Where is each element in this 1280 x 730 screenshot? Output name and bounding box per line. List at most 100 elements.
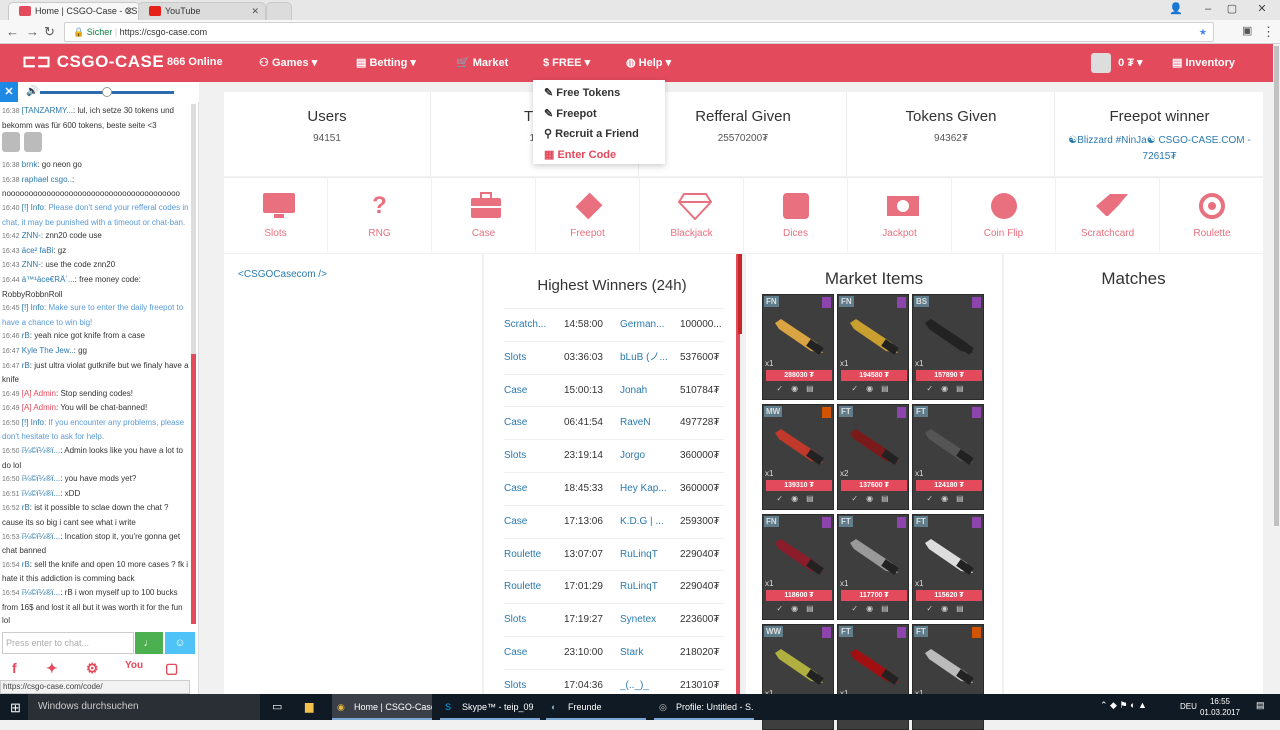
chat-username[interactable]: brnk — [22, 160, 38, 169]
market-item-card[interactable]: FN x1 194580 ₮ ✓◉▤ — [837, 294, 909, 400]
cart-icon[interactable]: ▤ — [806, 604, 822, 613]
game-tile-freepot[interactable]: Freepot — [536, 178, 640, 254]
chat-username[interactable]: ä™¹äce€RÄ´... — [22, 275, 75, 284]
game-tile-case[interactable]: Case — [432, 178, 536, 254]
market-item-card[interactable]: FN x1 288030 ₮ ✓◉▤ — [762, 294, 834, 400]
user-profile-icon[interactable]: 👤 — [1160, 0, 1192, 20]
game-tile-coin-flip[interactable]: Coin Flip — [952, 178, 1056, 254]
chat-emoji-button[interactable]: ☺ — [165, 632, 195, 654]
chat-username[interactable]: ZNN- — [22, 260, 41, 269]
chat-username[interactable]: ï¼©ï¼®ï... — [22, 532, 60, 541]
chat-username[interactable]: äce² faBi — [22, 246, 54, 255]
nav-market[interactable]: 🛒 Market — [456, 56, 508, 69]
winners-scrollbar[interactable] — [738, 254, 742, 334]
inspect-icon[interactable]: ✓ — [776, 384, 791, 393]
chat-username[interactable]: raphael csgo.. — [22, 175, 72, 184]
keyboard-language[interactable]: DEU — [1180, 702, 1197, 711]
page-scrollbar[interactable] — [1273, 44, 1280, 694]
cart-icon[interactable]: ▤ — [881, 384, 897, 393]
taskbar-app-steam-friends[interactable]: ◐ Freunde — [546, 694, 646, 720]
chat-username[interactable]: ZNN- — [22, 231, 41, 240]
menu-item-enter-code[interactable]: ▦ Enter Code — [533, 145, 665, 166]
user-balance[interactable]: 0 ₮ ▾ — [1091, 53, 1143, 73]
cart-icon[interactable]: ▤ — [956, 494, 972, 503]
eye-icon[interactable]: ◉ — [866, 604, 881, 613]
chat-scrollbar-thumb[interactable] — [191, 354, 196, 624]
inspect-icon[interactable]: ✓ — [926, 604, 941, 613]
winner-game-link[interactable]: Roulette — [504, 539, 541, 571]
winner-name-link[interactable]: K.D.G | ... — [620, 506, 668, 538]
game-tile-blackjack[interactable]: Blackjack — [640, 178, 744, 254]
winner-name-link[interactable]: RuLinqT — [620, 571, 668, 603]
cart-icon[interactable]: ▤ — [806, 384, 822, 393]
twitter-icon[interactable]: ✦ — [46, 660, 58, 677]
tray-icons[interactable]: ⌃ ◆ ⚑ ◐ ▲ — [1100, 700, 1147, 711]
chat-username[interactable]: [TANZARMY... — [22, 106, 73, 115]
chat-username[interactable]: [!] Info — [22, 418, 44, 427]
cart-icon[interactable]: ▤ — [881, 604, 897, 613]
winner-game-link[interactable]: Slots — [504, 342, 526, 374]
maximize-icon[interactable]: ▢ — [1216, 0, 1248, 20]
chat-send-button[interactable]: ♩ — [135, 632, 163, 654]
chat-scrollbar[interactable] — [191, 104, 196, 624]
close-tab-icon[interactable]: ✕ — [251, 3, 259, 19]
winner-name-link[interactable]: Hey Kap... — [620, 473, 668, 505]
menu-item-free-tokens[interactable]: ✎ Free Tokens — [533, 83, 665, 104]
cart-icon[interactable]: ▤ — [806, 494, 822, 503]
inspect-icon[interactable]: ✓ — [926, 384, 941, 393]
chat-username[interactable]: [!] Info — [22, 203, 44, 212]
nav-help[interactable]: ◍ Help ▾ — [626, 56, 671, 69]
winner-game-link[interactable]: Slots — [504, 604, 526, 636]
winner-name-link[interactable]: Jonah — [620, 375, 668, 407]
nav-inventory[interactable]: ▤ Inventory — [1172, 56, 1235, 69]
forward-arrow-icon[interactable]: → — [26, 24, 39, 39]
winner-game-link[interactable]: Case — [504, 506, 527, 538]
file-explorer-icon[interactable]: ▆ — [305, 700, 313, 713]
twitter-link[interactable]: <CSGOCasecom /> — [238, 269, 327, 280]
chat-username[interactable]: rB — [22, 361, 30, 370]
clock[interactable]: 16:55 01.03.2017 — [1198, 696, 1242, 718]
winner-game-link[interactable]: Roulette — [504, 571, 541, 603]
menu-item-recruit-friend[interactable]: ⚲ Recruit a Friend — [533, 124, 665, 145]
chat-username[interactable]: ï¼©ï¼®ï... — [22, 588, 60, 597]
new-tab-button[interactable] — [266, 2, 292, 20]
market-item-card[interactable]: FT x2 137600 ₮ ✓◉▤ — [837, 404, 909, 510]
winner-name-link[interactable]: RuLinqT — [620, 539, 668, 571]
close-window-icon[interactable]: ✕ — [1246, 0, 1278, 20]
freepot-winner-link[interactable]: ☯Blizzard #NinJa☯ CSGO-CASE.COM - 72615₮ — [1056, 133, 1263, 165]
chat-username[interactable]: [A] Admin — [22, 403, 56, 412]
chat-input[interactable]: Press enter to chat... — [2, 632, 134, 654]
avatar[interactable] — [24, 132, 42, 153]
eye-icon[interactable]: ◉ — [941, 494, 956, 503]
taskbar-app-chrome[interactable]: ◉ Home | CSGO-Case... — [332, 694, 432, 720]
market-item-card[interactable]: FT x1 124180 ₮ ✓◉▤ — [912, 404, 984, 510]
game-tile-slots[interactable]: Slots — [224, 178, 328, 254]
market-item-card[interactable]: FT x1 115620 ₮ ✓◉▤ — [912, 514, 984, 620]
browser-tab-csgo-case[interactable]: Home | CSGO-Case - CS ✕ — [8, 2, 140, 20]
winner-name-link[interactable]: Stark — [620, 637, 668, 669]
facebook-icon[interactable]: f — [12, 660, 17, 676]
cart-icon[interactable]: ▤ — [956, 384, 972, 393]
chat-username[interactable]: Kyle The Jew.. — [22, 346, 74, 355]
eye-icon[interactable]: ◉ — [941, 604, 956, 613]
winner-game-link[interactable]: Scratch... — [504, 309, 546, 341]
youtube-icon[interactable]: You — [125, 660, 143, 671]
chat-username[interactable]: ï¼©ï¼®ï... — [22, 446, 60, 455]
game-tile-jackpot[interactable]: Jackpot — [848, 178, 952, 254]
taskbar-app-profile[interactable]: ◎ Profile: Untitled - S... — [654, 694, 754, 720]
chat-username[interactable]: ï¼©ï¼®ï... — [22, 474, 60, 483]
close-chat-icon[interactable]: ✕ — [0, 82, 18, 102]
site-logo[interactable]: ⊏⊐ CSGO-CASE — [22, 52, 164, 72]
task-view-icon[interactable]: ▭ — [272, 700, 282, 713]
steam-icon[interactable]: ⚙ — [86, 660, 99, 677]
chat-username[interactable]: rB — [22, 560, 30, 569]
chat-username[interactable]: rB — [22, 503, 30, 512]
inspect-icon[interactable]: ✓ — [851, 384, 866, 393]
cart-icon[interactable]: ▤ — [881, 494, 897, 503]
eye-icon[interactable]: ◉ — [941, 384, 956, 393]
back-arrow-icon[interactable]: ← — [6, 24, 19, 39]
eye-icon[interactable]: ◉ — [791, 494, 806, 503]
avatar[interactable] — [2, 132, 20, 153]
browser-tab-youtube[interactable]: YouTube ✕ — [138, 2, 266, 20]
menu-item-freepot[interactable]: ✎ Freepot — [533, 104, 665, 125]
